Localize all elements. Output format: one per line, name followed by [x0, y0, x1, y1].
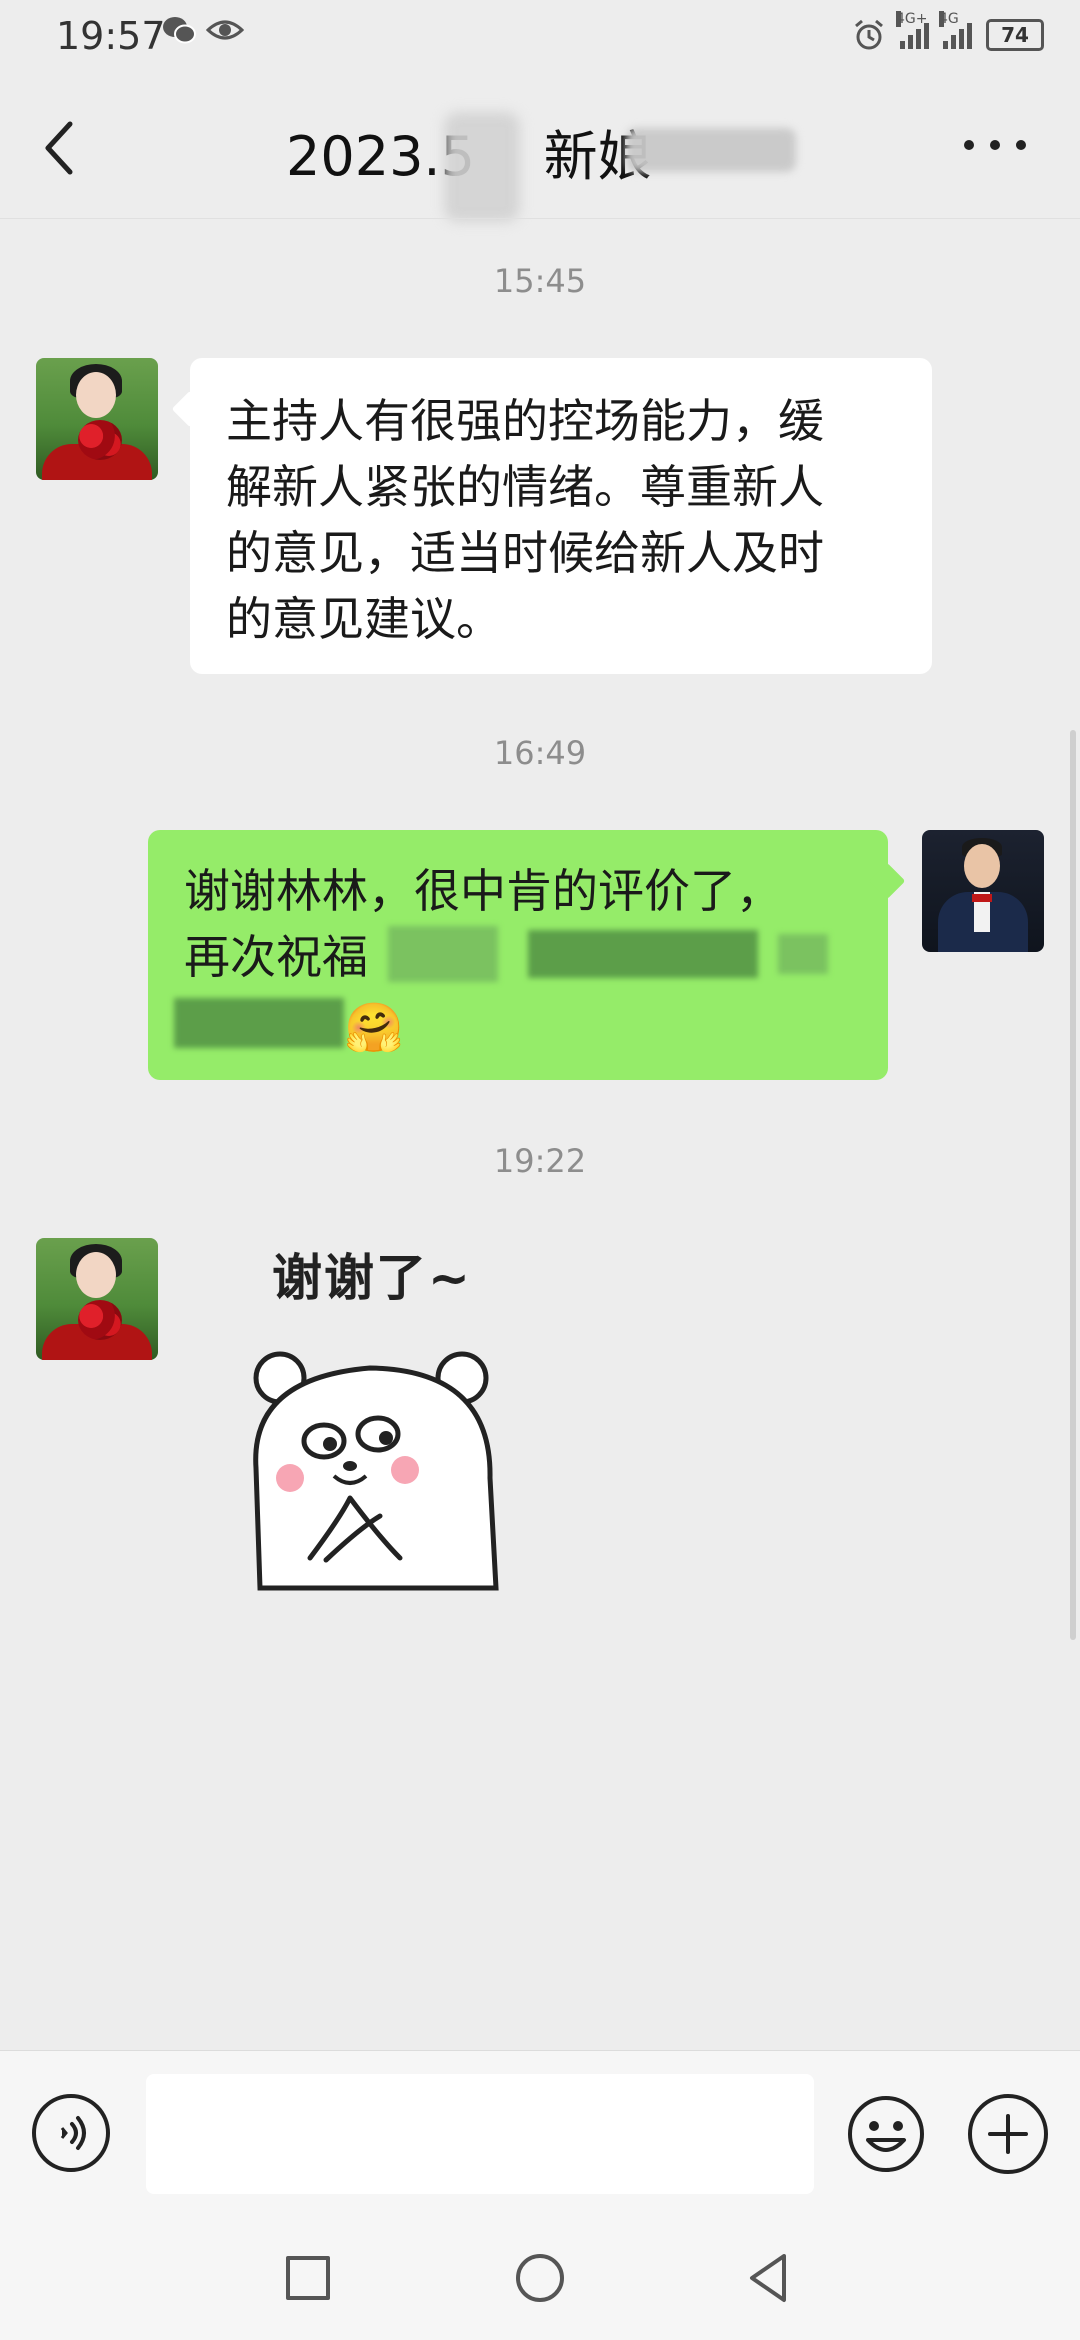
title-redaction: [444, 112, 520, 222]
title-redaction: [626, 128, 796, 172]
status-left-icons: [162, 16, 244, 44]
back-button[interactable]: [40, 118, 80, 178]
incoming-message-bubble[interactable]: 主持人有很强的控场能力，缓 解新人紧张的情绪。尊重新人 的意见，适当时候给新人及…: [190, 358, 932, 674]
voice-button[interactable]: [32, 2094, 110, 2172]
more-dots-icon: [964, 140, 974, 150]
voice-icon: [60, 2116, 86, 2150]
more-dots-icon: [1016, 140, 1026, 150]
message-line: 谢谢林林，很中肯的评价了，: [184, 864, 782, 918]
chevron-left-icon: [45, 121, 73, 175]
signal-label-2: 4G: [939, 11, 959, 27]
plus-icon: [988, 2114, 1028, 2154]
plus-button[interactable]: [968, 2094, 1048, 2174]
outgoing-message-bubble[interactable]: 谢谢林林，很中肯的评价了， 再次祝福 🤗: [148, 830, 888, 1080]
wechat-icon: [163, 17, 196, 44]
recent-apps-icon[interactable]: [286, 2256, 330, 2300]
redaction-mosaic: [528, 930, 758, 978]
signal-label-1: 4G+: [896, 11, 928, 27]
message-line: 的意见，适当时候给新人及时: [226, 526, 824, 580]
host-avatar[interactable]: [922, 830, 1044, 952]
message-timestamp: 15:45: [493, 262, 587, 300]
bride-avatar[interactable]: [36, 1238, 158, 1360]
message-timestamp: 19:22: [493, 1142, 587, 1180]
signal-4g-icon: 4G: [939, 11, 972, 49]
home-icon[interactable]: [516, 2254, 564, 2302]
status-right-icons: 4G+ 4G 74: [852, 11, 1044, 52]
message-line: 的意见建议。: [226, 592, 502, 646]
message-line: 主持人有很强的控场能力，缓: [226, 394, 824, 448]
redaction-mosaic: [174, 998, 344, 1048]
header-divider: [0, 218, 1080, 219]
redaction-mosaic: [388, 926, 498, 982]
message-line: 解新人紧张的情绪。尊重新人: [226, 460, 824, 514]
hugging-face-emoji: 🤗: [344, 1000, 404, 1056]
more-dots-icon: [990, 140, 1000, 150]
status-time: 19:57: [56, 14, 166, 58]
alarm-icon: [855, 19, 883, 50]
bear-sticker[interactable]: 谢谢了~: [230, 1238, 530, 1598]
eye-icon: [206, 20, 244, 40]
message-input[interactable]: [146, 2074, 814, 2194]
emoji-icon: [848, 2096, 924, 2172]
battery-icon: 74: [986, 19, 1044, 51]
more-button[interactable]: [964, 140, 1026, 150]
message-timestamp: 16:49: [493, 734, 587, 772]
redaction-mosaic: [778, 934, 828, 974]
emoji-button[interactable]: [846, 2094, 926, 2174]
back-icon[interactable]: [746, 2252, 790, 2304]
bear-sticker-icon: [253, 1351, 499, 1591]
bride-avatar[interactable]: [36, 358, 158, 480]
scrollbar[interactable]: [1070, 730, 1076, 1640]
signal-4g-plus-icon: 4G+: [896, 11, 929, 49]
